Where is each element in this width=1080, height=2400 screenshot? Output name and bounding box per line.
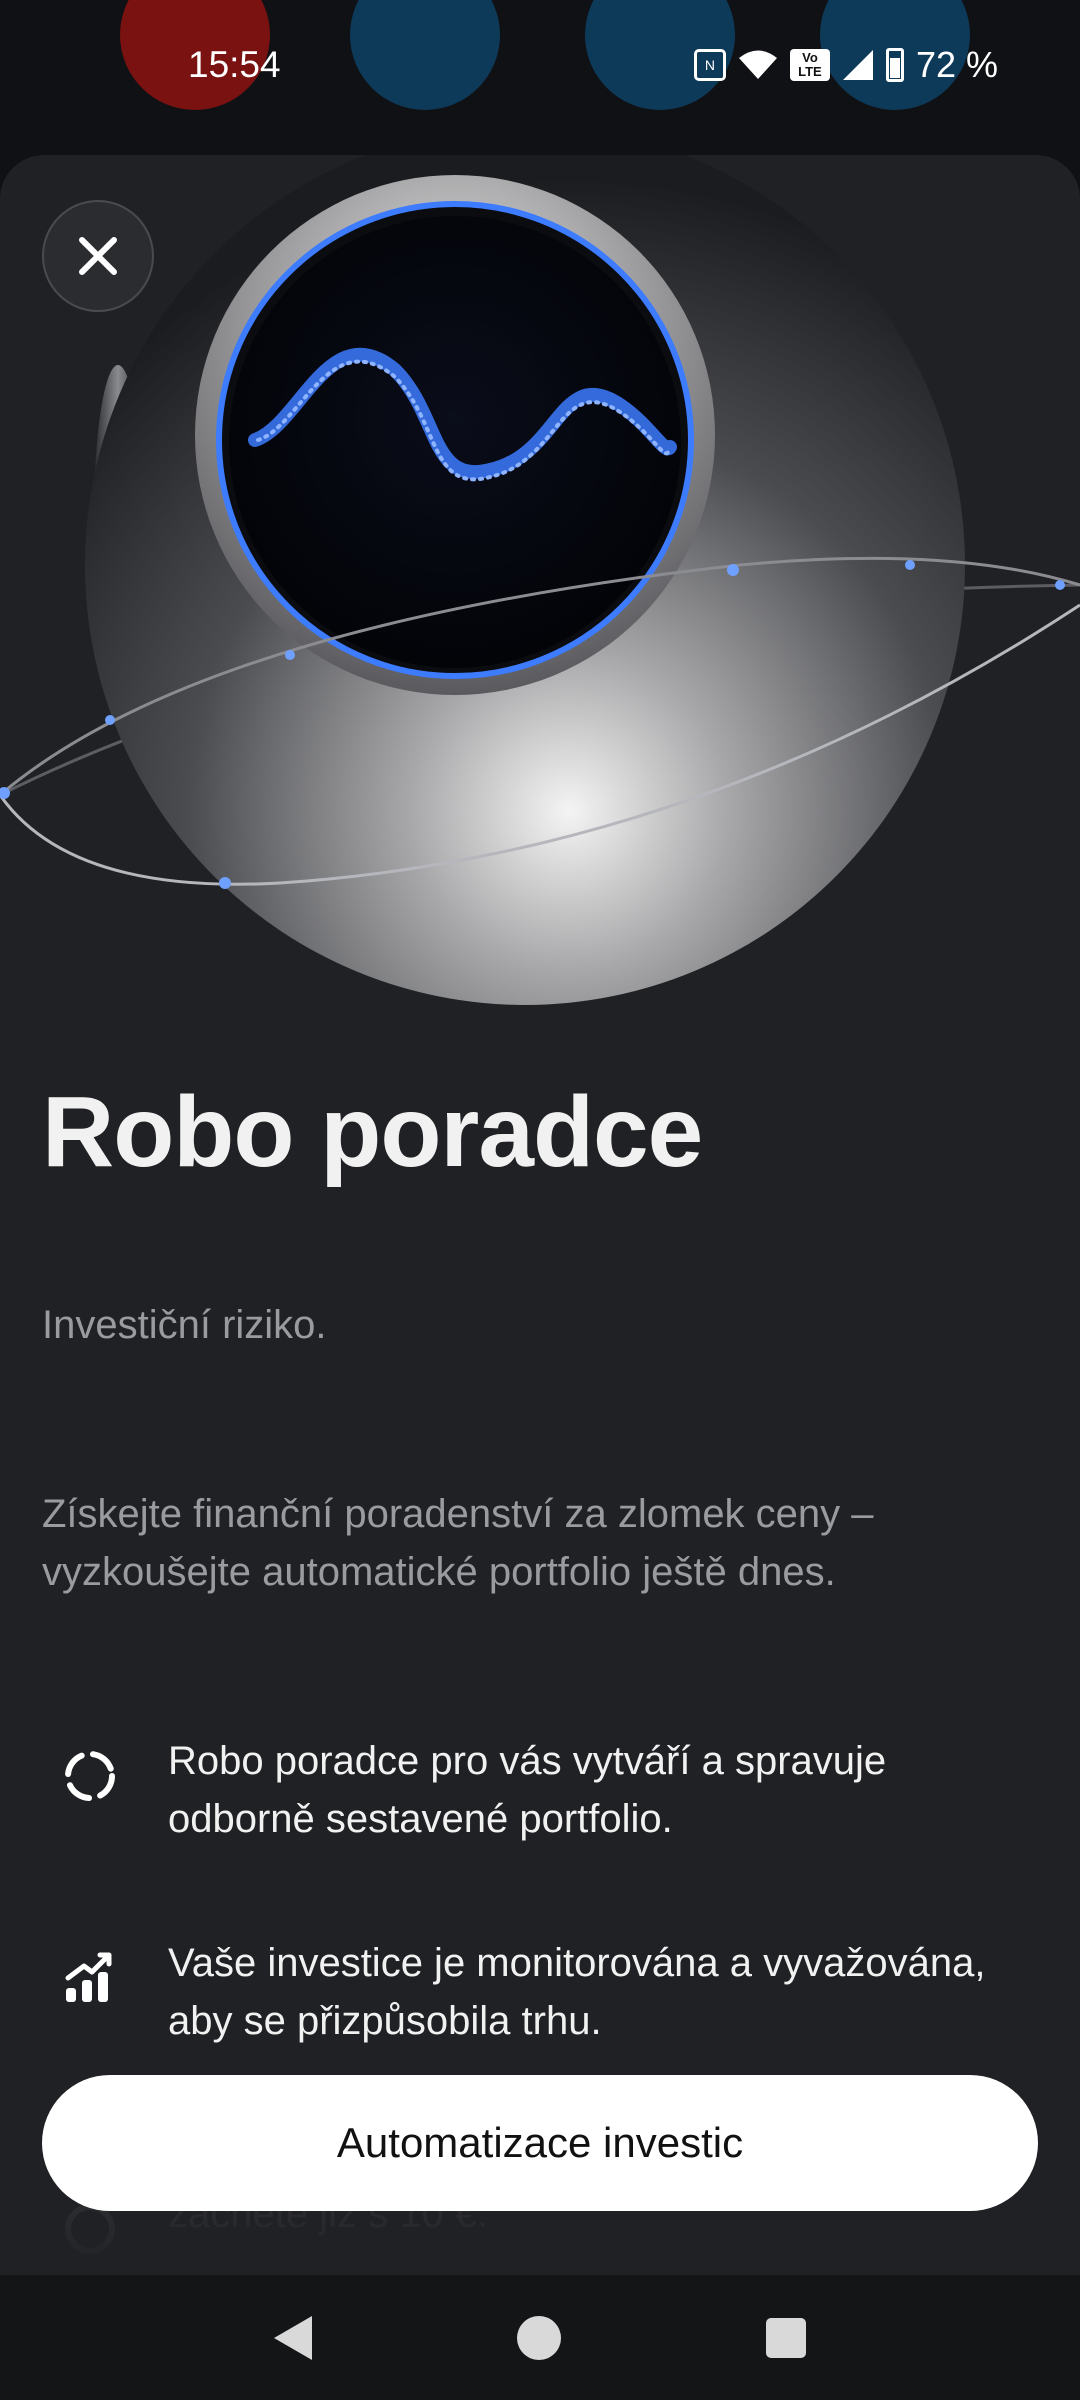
- chart-growth-icon: [42, 1934, 146, 2022]
- automate-investing-button[interactable]: Automatizace investic: [42, 2075, 1038, 2211]
- status-time: 15:54: [188, 44, 281, 85]
- feature-text: Robo poradce pro vás vytváří a spravuje …: [168, 1739, 887, 1841]
- risk-subtitle: Investiční riziko.: [42, 1303, 327, 1347]
- battery-icon: [885, 48, 904, 82]
- loading-ring-icon: [42, 1732, 146, 1820]
- screen: 15:54 N Vo LTE 72 % Robo poradce Investi…: [0, 0, 1080, 2400]
- close-button[interactable]: [42, 200, 154, 312]
- robo-sphere-illustration: [0, 155, 1080, 1005]
- feature-item: Vaše investice je monitorována a vyvažov…: [42, 1934, 1042, 2050]
- close-icon: [79, 237, 117, 275]
- signal-icon: [842, 50, 873, 80]
- navigation-bar: [0, 2275, 1080, 2400]
- battery-percent: 72 %: [915, 44, 998, 85]
- feature-text: Vaše investice je monitorována a vyvažov…: [168, 1941, 986, 2043]
- robo-advisor-sheet: Robo poradce Investiční riziko. Získejte…: [0, 155, 1080, 2275]
- status-icons: N Vo LTE 72 %: [693, 44, 998, 86]
- wifi-icon: [738, 50, 777, 79]
- home-icon[interactable]: [517, 2315, 561, 2360]
- recents-icon[interactable]: [766, 2317, 806, 2358]
- status-bar: 15:54 N Vo LTE 72 %: [0, 0, 1080, 135]
- lead-text: Získejte finanční poradenství za zlomek …: [42, 1492, 874, 1594]
- page-title: Robo poradce: [42, 1076, 703, 1188]
- volte-icon: Vo LTE: [789, 49, 830, 81]
- feature-item: Robo poradce pro vás vytváří a spravuje …: [42, 1732, 1042, 1848]
- nfc-icon: N: [693, 49, 726, 81]
- back-icon[interactable]: [274, 2315, 312, 2360]
